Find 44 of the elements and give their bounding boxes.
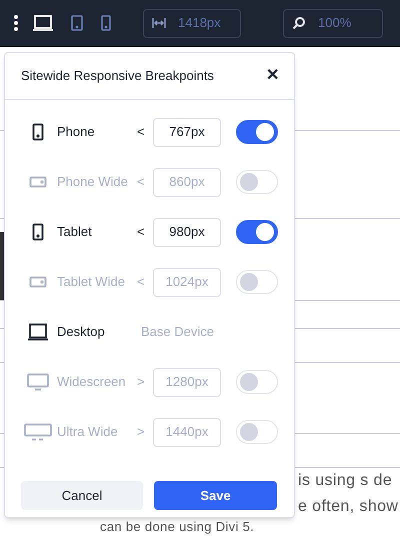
breakpoint-field[interactable]: 1024px — [153, 268, 221, 296]
operator: < — [137, 223, 146, 242]
body-text: is using s de — [298, 471, 394, 491]
base-device-note: Base Device — [141, 323, 214, 342]
menu-icon[interactable] — [13, 14, 19, 32]
operator: > — [137, 373, 146, 392]
device-label: Widescreen — [56, 373, 127, 392]
cancel-button[interactable]: Cancel — [21, 481, 143, 510]
device-label: Ultra Wide — [56, 423, 119, 442]
body-text: e often, show — [298, 497, 398, 517]
tablet-landscape-icon — [29, 276, 47, 288]
width-field[interactable]: 1418px — [143, 8, 241, 38]
body-text: can be done using Divi 5. — [100, 519, 254, 534]
device-label: Desktop — [56, 323, 106, 342]
tablet-icon — [32, 223, 44, 241]
operator: < — [137, 173, 146, 192]
phone-landscape-icon — [29, 176, 47, 188]
width-icon — [152, 17, 166, 29]
phone-icon[interactable] — [101, 15, 111, 31]
breakpoint-field[interactable]: 767px — [153, 118, 221, 146]
phone-icon — [32, 123, 44, 141]
laptop-icon — [27, 323, 49, 341]
device-label: Phone Wide — [56, 173, 129, 192]
search-icon — [292, 16, 306, 30]
laptop-icon[interactable] — [33, 15, 53, 31]
operator: < — [137, 273, 146, 292]
monitor-icon — [26, 373, 50, 391]
device-label: Tablet Wide — [56, 273, 126, 292]
save-button[interactable]: Save — [154, 481, 277, 510]
dialog-title: Sitewide Responsive Breakpoints — [21, 67, 214, 86]
breakpoint-field[interactable]: 1440px — [153, 418, 221, 446]
toggle-switch[interactable] — [236, 120, 278, 144]
breakpoint-field[interactable]: 860px — [153, 168, 221, 196]
breakpoint-field[interactable]: 1280px — [153, 368, 221, 396]
operator: > — [137, 423, 146, 442]
close-button[interactable]: ✕ — [266, 68, 279, 84]
tablet-icon[interactable] — [71, 15, 83, 31]
breakpoint-field[interactable]: 980px — [153, 218, 221, 246]
operator: < — [137, 123, 146, 142]
device-label: Tablet — [56, 223, 93, 242]
wide-monitor-icon — [23, 423, 53, 441]
toggle-switch[interactable] — [236, 220, 278, 244]
device-label: Phone — [56, 123, 96, 142]
zoom-field[interactable]: 100% — [283, 8, 383, 38]
